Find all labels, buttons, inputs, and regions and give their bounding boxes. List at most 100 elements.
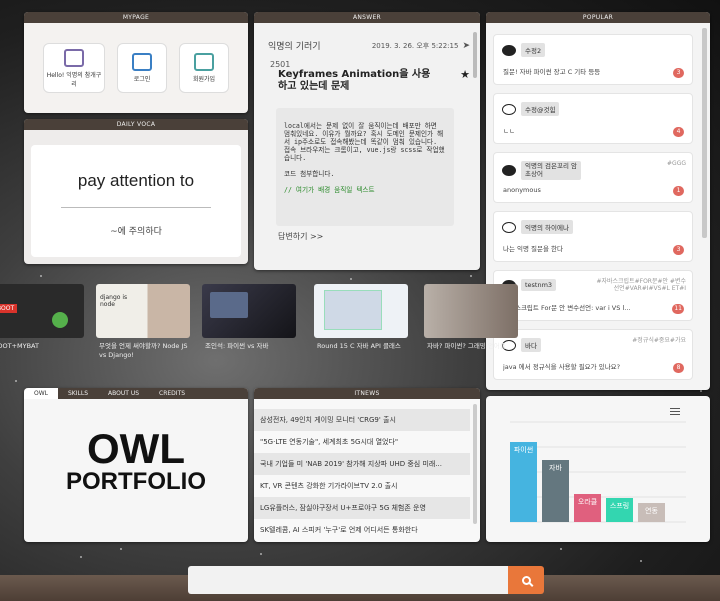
bar-label: 파이썬 [514,445,533,454]
video-caption: 자바? 파이썬? 그래밍 언어를 [427,342,506,350]
video-card[interactable]: django is node 무엇을 언제 써야할까? Node JS vs D… [96,284,190,370]
video-caption: BOOT+MYBAT [0,342,39,350]
login-icon [132,53,152,71]
answer-count-badge: 1 [673,186,684,196]
popular-header: POPULAR [486,12,710,23]
popular-text: ㄴㄴ [503,127,515,135]
mypage-header: MYPAGE [24,12,248,23]
reply-link[interactable]: 답변하기 >> [278,231,323,242]
chart-bar[interactable] [510,442,537,522]
star-icon[interactable]: ★ [460,69,470,93]
news-item[interactable]: 삼성전자, 49인치 게이밍 모니터 'CRG9' 출시 [254,409,470,431]
speech-bubble-icon [502,221,516,233]
answer-date: 2019. 3. 26. 오후 5:22:15 [371,41,459,50]
scrollbar[interactable] [473,32,477,78]
popular-author: 수정2 [521,43,546,57]
answer-author: 익명의 기러기 [268,42,321,52]
question-number: 2501 [270,60,291,69]
video-thumbnail: BOOT [0,284,84,338]
tab-credits[interactable]: CREDITS [149,388,195,399]
question-title[interactable]: Keyframes Animation을 사용하고 있는데 문제 [278,69,438,93]
news-item[interactable]: "5G·LTE 연동기술", 세계최초 5G시대 열었다" [254,431,470,453]
video-card[interactable]: 자바? 파이썬? 그래밍 언어를 [424,284,518,370]
answer-panel: ANSWER 익명의 기러기 2019. 3. 26. 오후 5:22:15 ➤… [254,12,480,270]
popular-question[interactable]: 수정2 질문! 자바 파이썬 장고 C 기타 등등 3 [493,34,693,85]
answer-count-badge: 4 [673,127,684,137]
mypage-panel: MYPAGE Hello! 익명의 참개구리 로그인 회원가입 [24,12,248,113]
tab-owl[interactable]: OWL [24,388,58,399]
speech-bubble-icon [502,44,516,56]
video-thumbnail [314,284,408,338]
thumb-text: django is node [100,294,128,308]
owl-title: OWL [87,425,185,472]
popular-question[interactable]: 익명의 검은꼬리 암초상어 #GGG anonymous 1 [493,152,693,203]
code-comment: // 여기가 배경 움직일 텍스트 [284,186,375,194]
video-carousel: BOOT BOOT+MYBAT django is node 무엇을 언제 써야… [0,284,518,370]
popular-question[interactable]: 익명의 하이에나 나는 익명 질문을 한다 3 [493,211,693,262]
signup-icon [194,53,214,71]
popular-author: 바다 [521,338,541,352]
scrollbar[interactable] [473,404,477,524]
bar-label: 연동 [645,507,658,515]
voca-word: pay attention to [77,171,195,190]
bar-label: 자바 [549,463,562,472]
scrollbar[interactable] [702,28,707,238]
search-icon [521,575,531,585]
speech-bubble-icon [502,103,516,115]
skill-chart-panel: 파이썬 자바 오라클 스프링 연동 [486,396,710,542]
question-body-p3: 코드 첨부합니다. [284,170,335,178]
popular-text: java 에서 정규식을 사용할 필요가 있나요? [503,363,621,371]
signup-button-label: 회원가입 [192,76,216,83]
login-button-label: 로그인 [133,76,151,83]
voca-header: DAILY VOCA [24,119,248,130]
signup-button[interactable]: 회원가입 [179,43,229,93]
answer-count-badge: 8 [673,363,684,373]
divider [61,207,211,208]
video-caption: 조인석: 파이썬 vs 자바 [205,342,269,350]
popular-tags: #정규식#중요#가요 [632,337,686,344]
profile-button-label: Hello! 익명의 참개구리 [46,71,102,88]
search-input[interactable] [188,566,508,594]
popular-text: 나는 익명 질문을 한다 [503,245,564,253]
popular-author: 수정@것힘 [521,102,560,116]
search-button[interactable] [508,566,544,594]
video-caption: 무엇을 언제 써야할까? Node JS vs Django! [99,342,188,359]
popular-text: 질문! 자바 파이썬 장고 C 기타 등등 [503,68,601,76]
video-thumbnail: django is node [96,284,190,338]
news-item[interactable]: 국내 기업들 미 'NAB 2019' 참가해 지상파 UHD 중심 미래... [254,453,470,475]
news-item[interactable]: LG유플러스, 잠실야구장서 U+프로야구 5G 체험존 운영 [254,497,470,519]
thumb-text: BOOT [0,304,18,313]
slide-image [210,292,248,318]
popular-question[interactable]: 바다 #정규식#중요#가요 java 에서 정규식을 사용할 필요가 있나요? 8 [493,329,693,380]
popular-tags: #자바스크립트#FOR문#안 #변수선언#VAR#I#VS#L ET#I [596,278,686,292]
video-card[interactable]: BOOT BOOT+MYBAT [0,284,84,370]
itnews-header: ITNEWS [254,388,480,399]
tab-skills[interactable]: SKILLS [58,388,98,399]
popular-question[interactable]: testnm3 #자바스크립트#FOR문#안 #변수선언#VAR#I#VS#L E… [493,270,693,321]
video-card[interactable]: 조인석: 파이썬 vs 자바 [202,284,296,370]
question-body: local에서는 문제 없이 잘 움직이는데 배포만 하면 멈춰있네요. 이유가… [276,108,454,226]
power-icon [52,312,68,328]
voca-meaning: ~에 주의하다 [110,227,162,237]
answer-count-badge: 3 [673,245,684,255]
popular-tags: #GGG [667,160,686,167]
bar-label: 스프링 [610,502,629,510]
popular-question[interactable]: 수정@것힘 ㄴㄴ 4 [493,93,693,144]
login-button[interactable]: 로그인 [117,43,167,93]
share-icon[interactable]: ➤ [462,41,470,51]
popular-author: testnm3 [521,279,557,291]
daily-voca-panel: DAILY VOCA pay attention to ~에 주의하다 [24,119,248,264]
video-card[interactable]: Round 15 C 자바 API 클래스 [314,284,408,370]
answer-count-badge: 3 [673,68,684,78]
answer-header: ANSWER [254,12,480,23]
tab-about-us[interactable]: ABOUT US [98,388,149,399]
bar-chart: 파이썬자바오라클 스프링연동 [510,421,686,523]
answer-count-badge: 11 [672,304,684,314]
news-item[interactable]: KT, VR 콘텐츠 강화한 기가라이브TV 2.0 출시 [254,475,470,497]
itnews-panel: ITNEWS 삼성전자, 49인치 게이밍 모니터 'CRG9' 출시 "5G·… [254,388,480,542]
news-item[interactable]: SK텔레콤, AI 스피커 '누구'로 언제 어디서든 통화한다 [254,519,470,541]
video-thumbnail [202,284,296,338]
profile-button[interactable]: Hello! 익명의 참개구리 [43,43,105,93]
screen-image [324,290,382,330]
voca-card: pay attention to ~에 주의하다 [31,145,241,257]
